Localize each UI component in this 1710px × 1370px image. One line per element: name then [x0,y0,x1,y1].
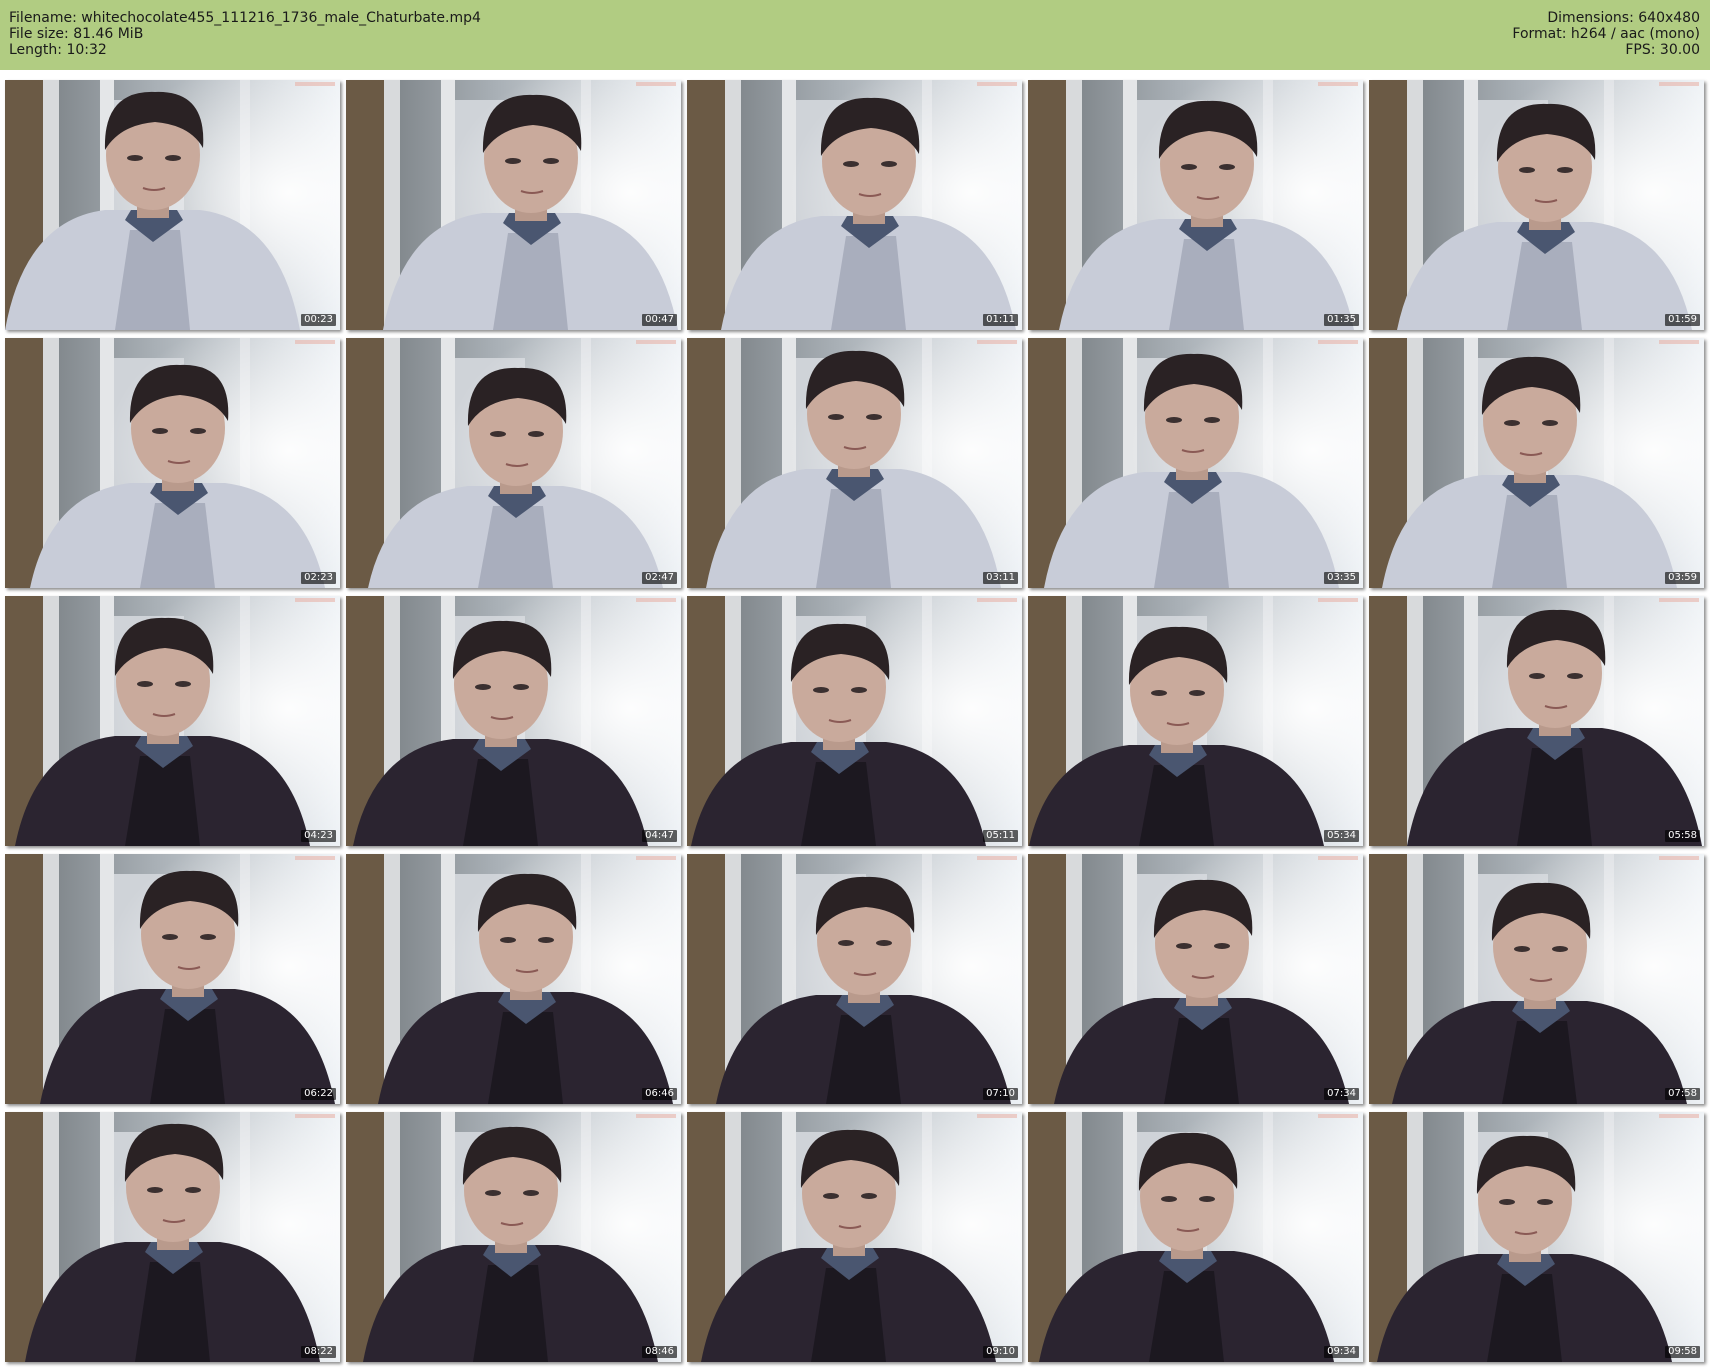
timestamp-label: 04:47 [642,830,677,842]
video-thumbnail: 04:23 [5,596,340,846]
timestamp-label: 09:34 [1324,1346,1359,1358]
length-text: Length: 10:32 [9,42,107,58]
video-thumbnail: 02:47 [346,338,681,588]
webcam-frame-image [5,80,340,330]
header-right-info: Dimensions: 640x480 Format: h264 / aac (… [1512,10,1700,58]
video-thumbnail: 05:11 [687,596,1022,846]
fps-text: FPS: 30.00 [1625,42,1700,58]
webcam-frame-image [346,596,681,846]
timestamp-label: 04:23 [301,830,336,842]
format-text: Format: h264 / aac (mono) [1512,26,1700,42]
webcam-frame-image [1369,80,1704,330]
video-thumbnail: 03:11 [687,338,1022,588]
timestamp-label: 02:47 [642,572,677,584]
webcam-frame-image [1369,596,1704,846]
video-thumbnail: 01:35 [1028,80,1363,330]
webcam-frame-image [687,854,1022,1104]
webcam-frame-image [5,596,340,846]
timestamp-label: 02:23 [301,572,336,584]
timestamp-label: 01:35 [1324,314,1359,326]
timestamp-label: 06:46 [642,1088,677,1100]
webcam-frame-image [1028,596,1363,846]
video-thumbnail: 03:35 [1028,338,1363,588]
timestamp-label: 03:35 [1324,572,1359,584]
timestamp-label: 05:11 [983,830,1018,842]
webcam-frame-image [346,338,681,588]
video-thumbnail: 08:46 [346,1112,681,1362]
webcam-frame-image [1369,1112,1704,1362]
timestamp-label: 05:58 [1665,830,1700,842]
video-thumbnail: 06:22 [5,854,340,1104]
video-thumbnail: 01:11 [687,80,1022,330]
webcam-frame-image [1028,1112,1363,1362]
video-thumbnail: 05:58 [1369,596,1704,846]
timestamp-label: 06:22 [301,1088,336,1100]
webcam-frame-image [346,1112,681,1362]
dimensions-text: Dimensions: 640x480 [1547,10,1700,26]
video-thumbnail: 07:58 [1369,854,1704,1104]
video-thumbnail: 06:46 [346,854,681,1104]
timestamp-label: 08:46 [642,1346,677,1358]
timestamp-label: 07:10 [983,1088,1018,1100]
video-thumbnail: 05:34 [1028,596,1363,846]
info-header: Filename: whitechocolate455_111216_1736_… [0,0,1710,70]
video-thumbnail: 09:34 [1028,1112,1363,1362]
filename-text: Filename: whitechocolate455_111216_1736_… [9,10,481,26]
webcam-frame-image [346,854,681,1104]
video-thumbnail: 09:58 [1369,1112,1704,1362]
webcam-frame-image [687,596,1022,846]
webcam-frame-image [5,854,340,1104]
video-thumbnail: 00:23 [5,80,340,330]
webcam-frame-image [1028,338,1363,588]
video-thumbnail: 01:59 [1369,80,1704,330]
timestamp-label: 03:11 [983,572,1018,584]
video-thumbnail: 00:47 [346,80,681,330]
timestamp-label: 07:58 [1665,1088,1700,1100]
video-thumbnail: 07:10 [687,854,1022,1104]
webcam-frame-image [1369,854,1704,1104]
webcam-frame-image [1028,854,1363,1104]
webcam-frame-image [687,1112,1022,1362]
video-thumbnail: 04:47 [346,596,681,846]
video-thumbnail: 02:23 [5,338,340,588]
timestamp-label: 09:58 [1665,1346,1700,1358]
filesize-text: File size: 81.46 MiB [9,26,144,42]
video-thumbnail: 09:10 [687,1112,1022,1362]
timestamp-label: 00:47 [642,314,677,326]
timestamp-label: 08:22 [301,1346,336,1358]
webcam-frame-image [5,1112,340,1362]
webcam-frame-image [1028,80,1363,330]
timestamp-label: 00:23 [301,314,336,326]
video-thumbnail: 08:22 [5,1112,340,1362]
webcam-frame-image [1369,338,1704,588]
thumbnail-grid: 00:23 00:47 01:11 01:35 01:59 02:23 02:47 03:11… [5,80,1705,1364]
timestamp-label: 01:59 [1665,314,1700,326]
webcam-frame-image [687,80,1022,330]
video-thumbnail: 03:59 [1369,338,1704,588]
webcam-frame-image [346,80,681,330]
timestamp-label: 09:10 [983,1346,1018,1358]
timestamp-label: 05:34 [1324,830,1359,842]
video-thumbnail: 07:34 [1028,854,1363,1104]
webcam-frame-image [5,338,340,588]
timestamp-label: 07:34 [1324,1088,1359,1100]
timestamp-label: 01:11 [983,314,1018,326]
webcam-frame-image [687,338,1022,588]
header-left-info: Filename: whitechocolate455_111216_1736_… [9,10,481,58]
timestamp-label: 03:59 [1665,572,1700,584]
